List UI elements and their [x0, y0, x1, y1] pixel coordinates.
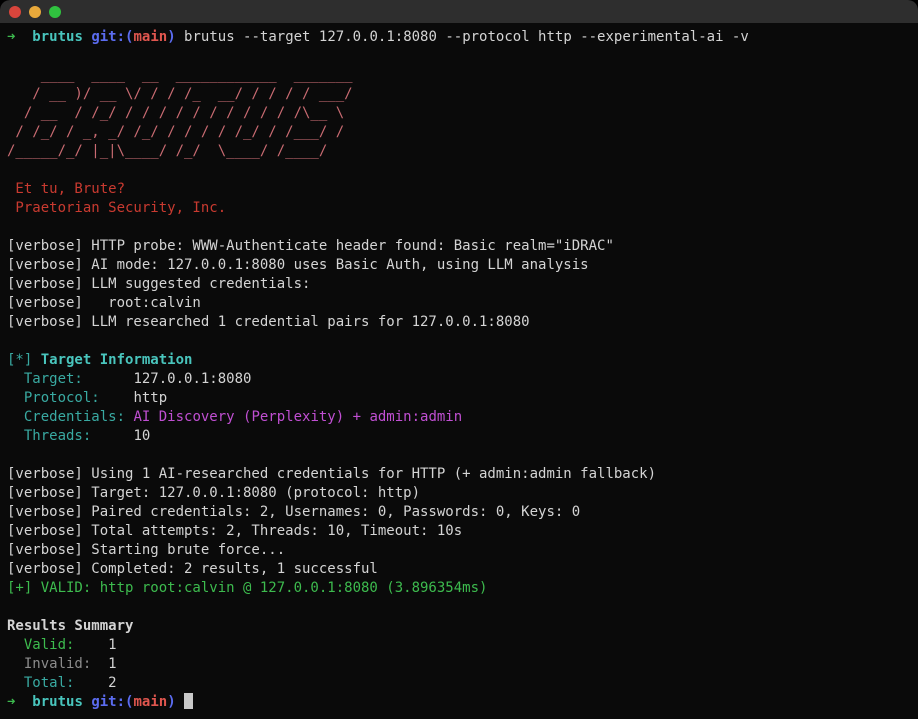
- verbose-line: [verbose] LLM suggested credentials:: [7, 275, 918, 294]
- blank-line: [7, 161, 918, 180]
- results-summary-row: Invalid: 1: [7, 655, 918, 674]
- verbose-line: [verbose] Target: 127.0.0.1:8080 (protoc…: [7, 484, 918, 503]
- verbose-line: [verbose] Completed: 2 results, 1 succes…: [7, 560, 918, 579]
- blank-line: [7, 47, 918, 66]
- results-summary-row: Valid: 1: [7, 636, 918, 655]
- valid-result-line: [+] VALID: http root:calvin @ 127.0.0.1:…: [7, 579, 918, 598]
- target-info-header: [*] Target Information: [7, 351, 918, 370]
- verbose-line: [verbose] HTTP probe: WWW-Authenticate h…: [7, 237, 918, 256]
- verbose-line: [verbose] Starting brute force...: [7, 541, 918, 560]
- close-button[interactable]: [9, 6, 21, 18]
- blank-line: [7, 598, 918, 617]
- target-info-row: Protocol: http: [7, 389, 918, 408]
- verbose-line: [verbose] LLM researched 1 credential pa…: [7, 313, 918, 332]
- verbose-line: [verbose] Paired credentials: 2, Usernam…: [7, 503, 918, 522]
- results-summary-row: Total: 2: [7, 674, 918, 693]
- verbose-line: [verbose] Total attempts: 2, Threads: 10…: [7, 522, 918, 541]
- blank-line: [7, 218, 918, 237]
- target-info-row: Threads: 10: [7, 427, 918, 446]
- ascii-banner-line: ____ ____ __ ____________ _______: [7, 66, 918, 85]
- terminal-output[interactable]: ➜ brutus git:(main) brutus --target 127.…: [0, 23, 918, 712]
- company-line: Praetorian Security, Inc.: [7, 199, 918, 218]
- terminal-cursor: [184, 693, 193, 709]
- zoom-button[interactable]: [49, 6, 61, 18]
- blank-line: [7, 332, 918, 351]
- terminal-window: ➜ brutus git:(main) brutus --target 127.…: [0, 0, 918, 719]
- verbose-line: [verbose] root:calvin: [7, 294, 918, 313]
- ascii-banner-line: / __ / /_/ / / / / / / / / / / /\__ \: [7, 104, 918, 123]
- prompt-line: ➜ brutus git:(main): [7, 693, 918, 712]
- verbose-line: [verbose] AI mode: 127.0.0.1:8080 uses B…: [7, 256, 918, 275]
- ascii-banner-line: / /_/ / _, _/ /_/ / / / / /_/ / /___/ /: [7, 123, 918, 142]
- target-info-row: Target: 127.0.0.1:8080: [7, 370, 918, 389]
- minimize-button[interactable]: [29, 6, 41, 18]
- results-summary-header: Results Summary: [7, 617, 918, 636]
- window-titlebar[interactable]: [0, 0, 918, 23]
- ascii-banner-line: /_____/_/ |_|\____/ /_/ \____/ /____/: [7, 142, 918, 161]
- verbose-line: [verbose] Using 1 AI-researched credenti…: [7, 465, 918, 484]
- blank-line: [7, 446, 918, 465]
- prompt-command-line: ➜ brutus git:(main) brutus --target 127.…: [7, 28, 918, 47]
- ascii-banner-line: / __ )/ __ \/ / / /_ __/ / / / / ___/: [7, 85, 918, 104]
- tagline: Et tu, Brute?: [7, 180, 918, 199]
- target-info-row: Credentials: AI Discovery (Perplexity) +…: [7, 408, 918, 427]
